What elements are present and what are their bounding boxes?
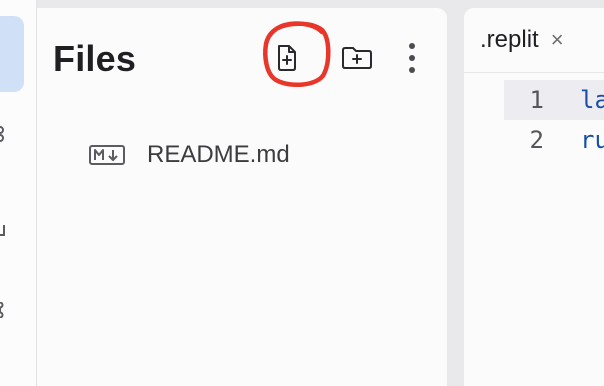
new-folder-button[interactable] (337, 38, 377, 78)
line-number: 1 (529, 86, 544, 114)
panel-title: Files (53, 38, 137, 79)
files-panel: Files README.md (37, 8, 447, 386)
new-file-button[interactable] (267, 38, 307, 78)
line-code: ru (580, 126, 604, 154)
tab-replit[interactable]: .replit × (464, 8, 604, 72)
tab-divider (464, 72, 604, 73)
code-line[interactable]: 2 ru (504, 120, 604, 160)
rail-active-item[interactable] (0, 16, 24, 92)
rail-icon-2[interactable] (0, 222, 8, 238)
file-item-readme[interactable]: README.md (77, 136, 407, 174)
tab-label: .replit (480, 26, 539, 53)
line-code: la (580, 86, 604, 114)
file-name: README.md (147, 141, 290, 168)
new-file-icon (278, 45, 296, 71)
more-vertical-icon (409, 43, 415, 73)
more-options-button[interactable] (392, 38, 432, 78)
side-rail (0, 0, 36, 386)
close-icon[interactable]: × (551, 27, 564, 53)
code-line[interactable]: 1 la (504, 80, 604, 120)
markdown-file-icon (89, 145, 125, 165)
editor-pane: .replit × 1 la 2 ru (464, 8, 604, 386)
line-number: 2 (529, 126, 544, 154)
rail-icon-1[interactable] (0, 126, 8, 142)
new-folder-icon (342, 47, 372, 69)
rail-icon-3[interactable] (0, 302, 8, 318)
replit-workspace: Files README.md .replit × 1 la 2 ru (0, 0, 604, 386)
